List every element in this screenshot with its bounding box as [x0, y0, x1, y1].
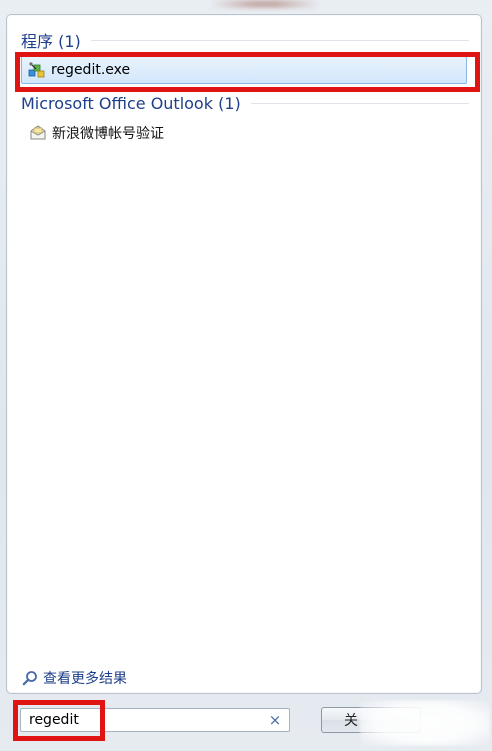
group-header-label: Microsoft Office Outlook (1) — [21, 93, 241, 113]
group-header-label: 程序 (1) — [21, 32, 81, 51]
registry-editor-icon — [28, 61, 46, 79]
result-item-regedit[interactable]: regedit.exe — [21, 56, 467, 84]
shutdown-button-label: 关 — [344, 713, 358, 729]
see-more-label: 查看更多结果 — [43, 671, 127, 687]
result-item-label: 新浪微博帐号验证 — [52, 126, 164, 142]
search-box[interactable]: × — [20, 708, 290, 732]
group-header-programs: 程序 (1) — [21, 29, 469, 51]
result-item-label: regedit.exe — [51, 62, 131, 78]
group-divider — [250, 102, 469, 104]
result-item-weibo-verification[interactable]: 新浪微博帐号验证 — [29, 122, 164, 144]
search-icon — [21, 669, 39, 687]
envelope-icon — [29, 124, 47, 142]
watermark-blur — [360, 700, 490, 746]
group-divider — [90, 39, 469, 41]
start-menu-window: 程序 (1) regedit.exe Microsoft Office Outl… — [0, 0, 492, 751]
search-input[interactable] — [29, 709, 259, 731]
background-blur — [210, 0, 320, 8]
clear-search-icon[interactable]: × — [267, 711, 283, 729]
group-header-outlook: Microsoft Office Outlook (1) — [21, 92, 469, 114]
see-more-results-link[interactable]: 查看更多结果 — [21, 667, 127, 689]
search-results-panel: 程序 (1) regedit.exe Microsoft Office Outl… — [6, 14, 482, 694]
